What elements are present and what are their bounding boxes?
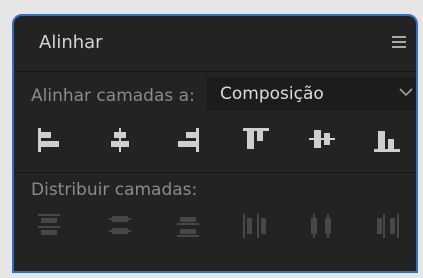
align-vertical-center-icon[interactable] bbox=[309, 128, 335, 150]
distribute-right-icon[interactable] bbox=[374, 214, 400, 238]
section-divider bbox=[14, 172, 416, 173]
align-right-icon[interactable] bbox=[177, 128, 199, 152]
align-left-icon[interactable] bbox=[38, 128, 60, 152]
panel-title: Alinhar bbox=[39, 32, 103, 53]
hamburger-menu-icon[interactable] bbox=[392, 36, 406, 48]
distribute-bottom-icon[interactable] bbox=[177, 214, 199, 240]
align-target-dropdown[interactable]: Composição bbox=[207, 78, 416, 110]
distribute-vertical-center-icon[interactable] bbox=[109, 214, 131, 240]
align-panel: Alinhar Alinhar camadas a: Composição Di… bbox=[12, 14, 418, 273]
panel-header: Alinhar bbox=[14, 16, 416, 72]
distribute-layers-label: Distribuir camadas: bbox=[31, 180, 198, 200]
align-layers-label: Alinhar camadas a: bbox=[31, 86, 195, 106]
distribute-horizontal-center-icon[interactable] bbox=[309, 214, 335, 238]
align-target-value: Composição bbox=[220, 84, 324, 104]
align-top-icon[interactable] bbox=[243, 128, 269, 150]
chevron-down-icon bbox=[399, 88, 413, 97]
align-horizontal-center-icon[interactable] bbox=[109, 128, 131, 152]
distribute-left-icon[interactable] bbox=[243, 214, 269, 238]
distribute-top-icon[interactable] bbox=[38, 214, 60, 240]
align-bottom-icon[interactable] bbox=[374, 128, 400, 152]
